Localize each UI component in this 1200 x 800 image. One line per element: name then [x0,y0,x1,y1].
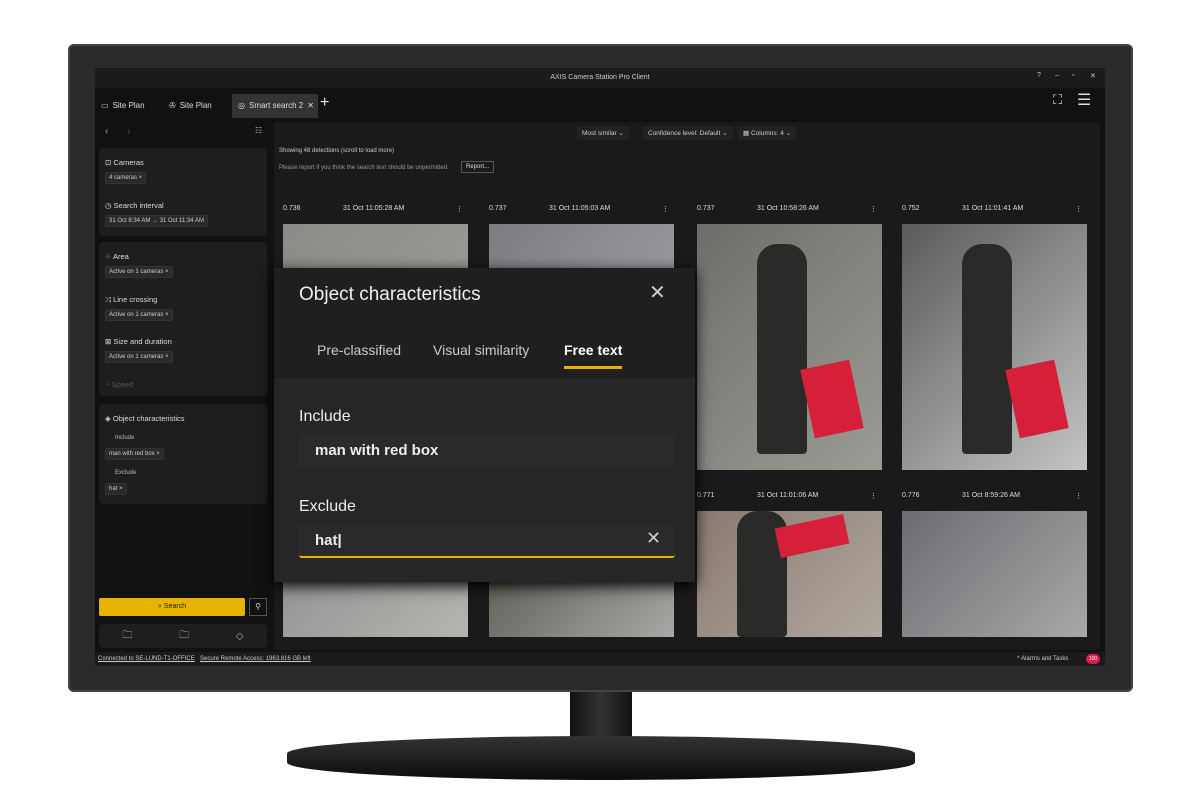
connection-link[interactable]: Connected to SE-LUND-T1-OFFICE [98,652,195,666]
monitor-stand-base [287,736,915,780]
cameras-label: ⊡ Cameras [105,158,144,167]
more-options-icon[interactable]: ⋮ [870,205,877,213]
person [962,244,1012,454]
include-label: Include [115,435,135,441]
alarm-count-badge: 100 [1086,654,1100,664]
remote-access-link[interactable]: Secure Remote Access: 1963.816 GB left [200,652,311,666]
similarity-score: 0.771 [697,492,715,499]
area-chip[interactable]: Active on 1 cameras × [105,266,173,278]
detection-time: 31 Oct 11:05:28 AM [343,205,405,212]
app-window: AXIS Camera Station Pro Client ? – ▫ ✕ ▭… [95,68,1105,666]
include-input[interactable]: man with red box [299,434,675,468]
exclude-input[interactable]: hat| [299,524,675,558]
red-box [800,359,864,439]
close-button[interactable]: ✕ [1090,72,1096,80]
monitor-stand-neck [570,692,632,742]
minimize-button[interactable]: – [1055,72,1059,79]
alarms-tasks-button[interactable]: ^ Alarms and Tasks [1017,652,1068,666]
person [757,244,807,454]
object-characteristics-label: ◈ Object characteristics [105,414,185,423]
detection-time: 31 Oct 8:59:26 AM [962,492,1020,499]
add-tab-button[interactable]: + [320,94,329,112]
tab-visual-similarity[interactable]: Visual similarity [433,342,529,358]
detection-thumbnail[interactable] [697,511,882,637]
exclude-field-label: Exclude [299,498,356,515]
tab-site-plan-1[interactable]: ▭ Site Plan [95,94,161,118]
person-search-button[interactable]: ⚲ [249,598,267,616]
similarity-score: 0.752 [902,205,920,212]
similarity-score: 0.776 [902,492,920,499]
filter-list-icon[interactable]: ☷ [255,126,262,135]
tab-smart-search-2[interactable]: ◎ Smart search 2 ✕ [232,94,318,118]
columns-dropdown[interactable]: ▦ Columns: 4 ⌄ [738,126,797,140]
red-box [1005,359,1069,439]
tab-site-plan-2[interactable]: ✇ Site Plan [163,94,229,118]
line-crossing-chip[interactable]: Active on 1 cameras × [105,309,173,321]
menu-icon[interactable]: ☰ [1077,90,1091,110]
red-box [774,514,850,558]
back-button[interactable]: ‹ [105,126,108,137]
cameras-chip[interactable]: 4 cameras × [105,172,147,184]
detection-time: 31 Oct 11:01:06 AM [757,492,819,499]
detection-time: 31 Oct 11:05:03 AM [549,205,611,212]
help-button[interactable]: ? [1037,72,1041,79]
exclude-label: Exclude [115,470,137,476]
report-button[interactable]: Report... [461,161,495,173]
similarity-score: 0.737 [489,205,507,212]
more-options-icon[interactable]: ⋮ [870,492,877,500]
film-reel-icon: ✇ [169,101,176,110]
include-field-label: Include [299,408,351,425]
maximize-button[interactable]: ▫ [1072,72,1074,79]
object-characteristics-dialog: Object characteristics ✕ Pre-classified … [274,268,695,582]
detection-thumbnail[interactable] [902,224,1087,470]
search-interval-label: ◷ Search interval [105,201,164,210]
detection-time: 31 Oct 11:01:41 AM [962,205,1024,212]
more-options-icon[interactable]: ⋮ [1075,205,1082,213]
smart-search-icon: ◎ [238,101,245,110]
speed-filter[interactable]: ◔ Speed [105,380,133,389]
fullscreen-icon[interactable]: ⛶ [1053,92,1062,108]
camera-interval-panel: ⊡ Cameras 4 cameras × ◷ Search interval … [99,148,267,236]
search-button[interactable]: ⌕ Search [99,598,245,616]
exclude-chip[interactable]: hat × [105,483,127,495]
area-filter[interactable]: ⁘ Area [105,252,129,261]
filters-panel: ⁘ Area Active on 1 cameras × ⤨ Line cros… [99,242,267,396]
similarity-score: 0.737 [697,205,715,212]
clear-input-icon[interactable]: ✕ [646,528,661,549]
line-crossing-filter[interactable]: ⤨ Line crossing [105,295,157,305]
status-bar: Connected to SE-LUND-T1-OFFICE Secure Re… [95,652,1105,666]
detection-time: 31 Oct 10:58:26 AM [757,205,819,212]
monitor-icon: ▭ [101,101,109,110]
size-duration-filter[interactable]: ⊠ Size and duration [105,337,172,346]
save-folder-icon[interactable]: 🗀 [122,628,132,645]
detection-thumbnail[interactable] [697,224,882,470]
forward-button[interactable]: › [127,126,130,137]
detection-thumbnail[interactable] [902,511,1087,637]
search-interval-chip[interactable]: 31 Oct 8:34 AM → 31 Oct 11:34 AM [105,215,208,227]
more-options-icon[interactable]: ⋮ [662,205,669,213]
results-summary: Showing 48 detections (scroll to load mo… [279,148,395,154]
more-options-icon[interactable]: ⋮ [1075,492,1082,500]
window-title: AXIS Camera Station Pro Client [95,68,1105,88]
more-options-icon[interactable]: ⋮ [456,205,463,213]
dialog-close-icon[interactable]: ✕ [649,280,666,305]
dialog-title: Object characteristics [299,284,481,305]
tab-free-text[interactable]: Free text [564,342,623,369]
tab-pre-classified[interactable]: Pre-classified [317,342,401,358]
size-duration-chip[interactable]: Active on 1 cameras × [105,351,173,363]
confidence-dropdown[interactable]: Confidence level: Default ⌄ [643,126,733,140]
open-folder-icon[interactable]: 🗀 [179,628,189,645]
close-tab-icon[interactable]: ✕ [307,94,314,118]
object-characteristics-panel[interactable]: ◈ Object characteristics Include man wit… [99,404,267,504]
sort-dropdown[interactable]: Most similar ⌄ [577,126,629,140]
sidebar-actions: 🗀 🗀 ◇ [99,624,267,648]
eraser-icon[interactable]: ◇ [236,631,244,642]
report-text: Please report if you think the search te… [279,165,449,171]
include-chip[interactable]: man with red box × [105,448,164,460]
similarity-score: 0.736 [283,205,301,212]
